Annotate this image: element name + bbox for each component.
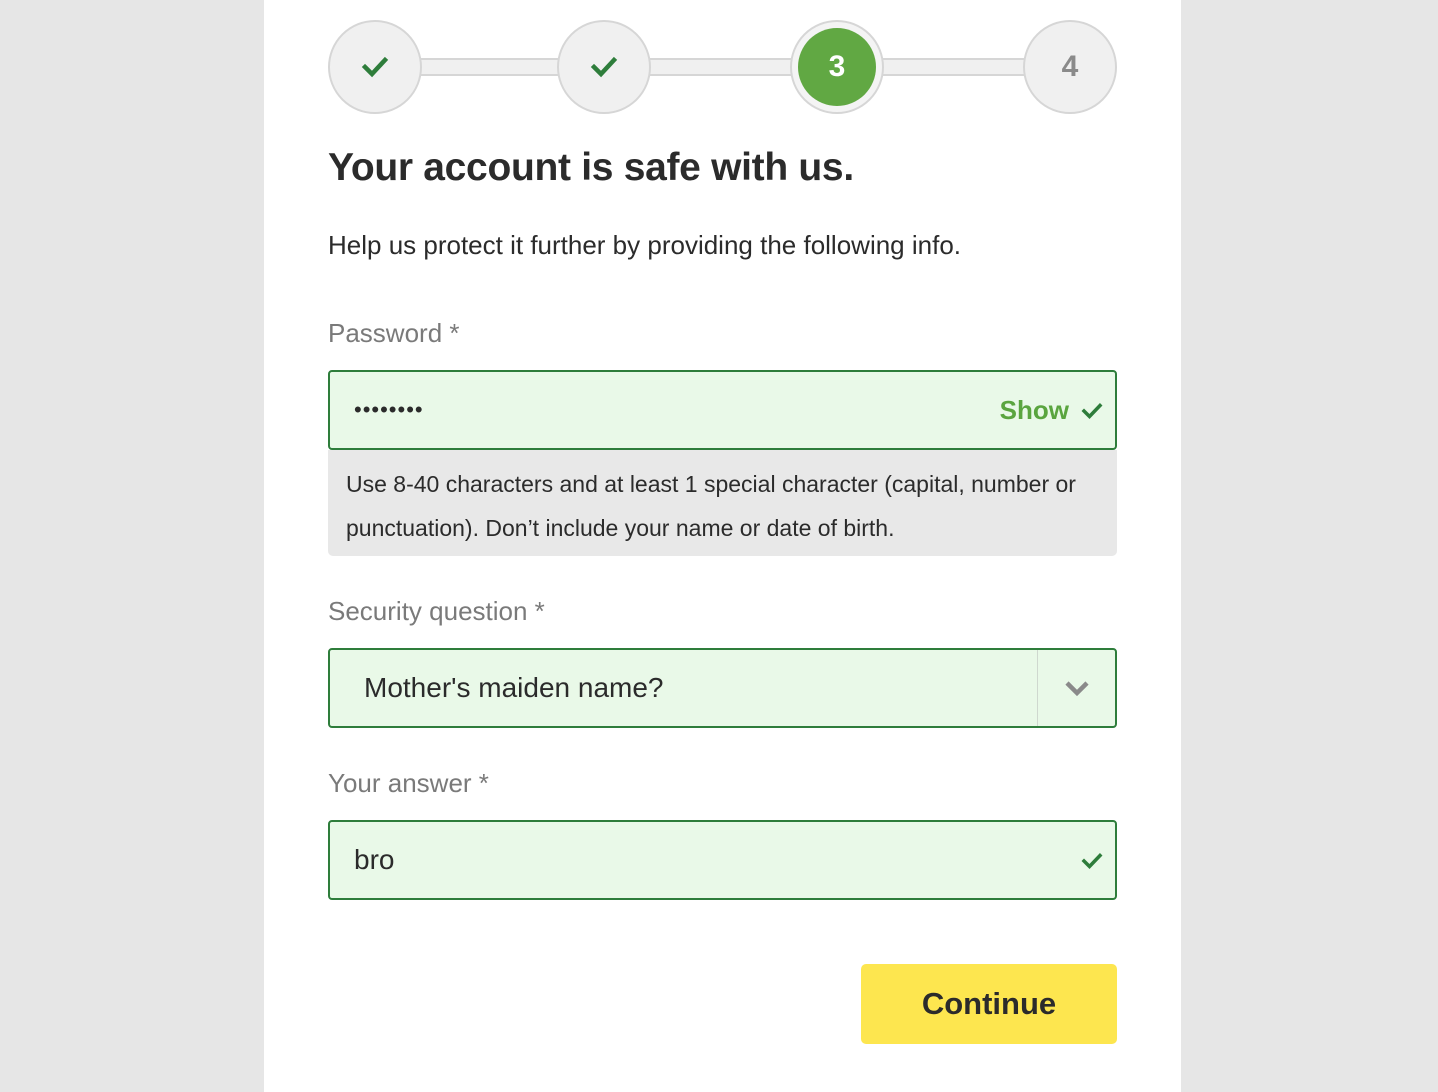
- step-connector: [418, 58, 560, 76]
- check-icon: [590, 56, 618, 78]
- security-question-label: Security question *: [328, 596, 545, 626]
- continue-button[interactable]: Continue: [861, 964, 1117, 1044]
- page-title: Your account is safe with us.: [328, 146, 854, 189]
- step-3-current: 3: [790, 20, 884, 114]
- security-question-select[interactable]: Mother's maiden name?: [328, 648, 1117, 728]
- show-password-button[interactable]: Show: [1000, 372, 1069, 448]
- page-subtitle: Help us protect it further by providing …: [328, 230, 962, 260]
- password-label: Password *: [328, 318, 460, 348]
- valid-check-icon: [1081, 853, 1103, 870]
- security-question-value[interactable]: Mother's maiden name?: [364, 650, 664, 726]
- password-masked-value[interactable]: ••••••••: [354, 372, 424, 448]
- check-icon: [361, 56, 389, 78]
- answer-input[interactable]: [330, 822, 1115, 898]
- answer-label: Your answer *: [328, 768, 489, 798]
- answer-field[interactable]: [328, 820, 1117, 900]
- password-hint: Use 8-40 characters and at least 1 speci…: [328, 450, 1117, 556]
- step-1-complete: [328, 20, 422, 114]
- step-4-upcoming: 4: [1023, 20, 1117, 114]
- select-divider: [1037, 650, 1038, 726]
- step-connector: [646, 58, 796, 76]
- valid-check-icon: [1081, 403, 1103, 420]
- password-field[interactable]: •••••••• Show: [328, 370, 1117, 450]
- signup-panel: 3 4 Your account is safe with us. Help u…: [264, 0, 1181, 1092]
- chevron-down-icon[interactable]: [1063, 676, 1091, 700]
- step-3-number: 3: [798, 28, 876, 106]
- progress-stepper: 3 4: [328, 20, 1117, 114]
- step-connector: [880, 58, 1026, 76]
- step-2-complete: [557, 20, 651, 114]
- step-4-number: 4: [1061, 50, 1079, 83]
